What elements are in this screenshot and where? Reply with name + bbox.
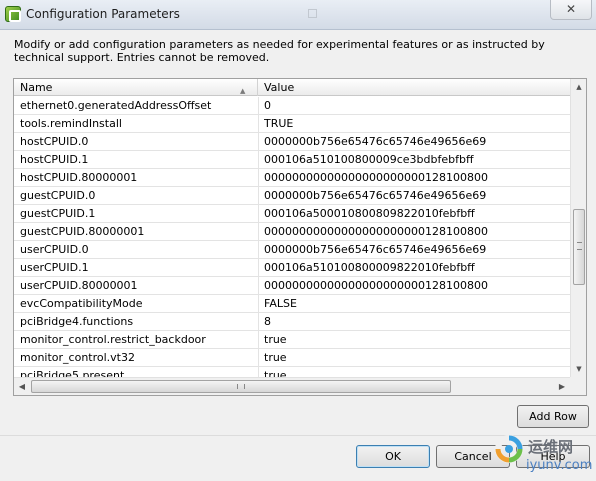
table-row[interactable]: guestCPUID.0 0000000b756e65476c65746e496…: [14, 187, 570, 205]
table-row[interactable]: userCPUID.0 0000000b756e65476c65746e4965…: [14, 241, 570, 259]
horizontal-scroll-thumb[interactable]: [31, 380, 451, 393]
row-value[interactable]: true: [264, 367, 568, 377]
dialog-description: Modify or add configuration parameters a…: [14, 38, 545, 64]
row-name: tools.remindInstall: [20, 117, 122, 130]
add-row-button[interactable]: Add Row: [517, 405, 589, 428]
row-name: ethernet0.generatedAddressOffset: [20, 99, 212, 112]
table-row[interactable]: monitor_control.vt32 true: [14, 349, 570, 367]
window-title: Configuration Parameters: [26, 7, 180, 21]
watermark-cn-text: 运维网: [528, 438, 574, 456]
table-row[interactable]: hostCPUID.80000001 000000000000000000000…: [14, 169, 570, 187]
app-icon: [5, 6, 21, 22]
table-row[interactable]: userCPUID.80000001 000000000000000000000…: [14, 277, 570, 295]
row-value[interactable]: 00000000000000000000000128100800: [264, 277, 568, 295]
table-row[interactable]: guestCPUID.80000001 00000000000000000000…: [14, 223, 570, 241]
table-row[interactable]: hostCPUID.1 000106a510100800009ce3bdbfeb…: [14, 151, 570, 169]
table-row[interactable]: userCPUID.1 000106a510100800009822010feb…: [14, 259, 570, 277]
row-name: userCPUID.0: [20, 243, 89, 256]
close-icon: ✕: [565, 2, 577, 16]
table-header: Name ▲ Value: [14, 79, 586, 96]
row-value[interactable]: TRUE: [264, 115, 568, 133]
ok-button[interactable]: OK: [356, 445, 430, 468]
watermark-en-text: iyunv.com: [526, 458, 593, 473]
row-value[interactable]: 000106a510100800009ce3bdbfebfbff: [264, 151, 568, 169]
row-name: hostCPUID.80000001: [20, 171, 138, 184]
table-row[interactable]: pciBridge5.present true: [14, 367, 570, 377]
row-value[interactable]: 8: [264, 313, 568, 331]
row-value[interactable]: 000106a500010800809822010febfbff: [264, 205, 568, 223]
row-value[interactable]: 000106a510100800009822010febfbff: [264, 259, 568, 277]
grip-icon: [237, 384, 245, 389]
watermark: 运维网 iyunv.com: [494, 432, 594, 478]
scroll-down-icon[interactable]: ▼: [571, 361, 587, 377]
vertical-scroll-thumb[interactable]: [573, 209, 585, 285]
horizontal-scrollbar[interactable]: ◀ ▶: [14, 377, 570, 395]
column-header-value-label: Value: [264, 81, 295, 94]
table-row[interactable]: monitor_control.restrict_backdoor true: [14, 331, 570, 349]
row-value[interactable]: 0000000b756e65476c65746e49656e69: [264, 241, 568, 259]
table-row[interactable]: tools.remindInstall TRUE: [14, 115, 570, 133]
vertical-scrollbar[interactable]: ▲ ▼: [570, 79, 586, 377]
background-checkbox-ghost: [308, 9, 317, 18]
table-row[interactable]: hostCPUID.0 0000000b756e65476c65746e4965…: [14, 133, 570, 151]
close-button[interactable]: ✕: [550, 0, 592, 20]
row-name: guestCPUID.80000001: [20, 225, 145, 238]
row-name: hostCPUID.0: [20, 135, 89, 148]
row-name: pciBridge4.functions: [20, 315, 134, 328]
row-value[interactable]: 00000000000000000000000128100800: [264, 169, 568, 187]
row-value[interactable]: 0000000b756e65476c65746e49656e69: [264, 133, 568, 151]
table-row[interactable]: ethernet0.generatedAddressOffset 0: [14, 97, 570, 115]
scroll-corner: [570, 377, 586, 395]
column-header-name[interactable]: Name ▲: [14, 79, 258, 96]
row-value[interactable]: FALSE: [264, 295, 568, 313]
column-header-value[interactable]: Value: [258, 79, 570, 96]
table-row[interactable]: evcCompatibilityMode FALSE: [14, 295, 570, 313]
scroll-left-icon[interactable]: ◀: [14, 378, 30, 395]
row-name: hostCPUID.1: [20, 153, 89, 166]
scroll-right-icon[interactable]: ▶: [554, 378, 570, 395]
table-body: ethernet0.generatedAddressOffset 0 tools…: [14, 97, 570, 377]
table-row[interactable]: pciBridge4.functions 8: [14, 313, 570, 331]
row-name: userCPUID.80000001: [20, 279, 138, 292]
row-name: evcCompatibilityMode: [20, 297, 143, 310]
row-name: pciBridge5.present: [20, 369, 125, 377]
column-divider: [258, 97, 259, 377]
row-name: monitor_control.vt32: [20, 351, 135, 364]
column-header-name-label: Name: [20, 81, 53, 94]
row-name: guestCPUID.1: [20, 207, 96, 220]
row-name: userCPUID.1: [20, 261, 89, 274]
row-value[interactable]: 0: [264, 97, 568, 115]
row-value[interactable]: 0000000b756e65476c65746e49656e69: [264, 187, 568, 205]
row-value[interactable]: true: [264, 331, 568, 349]
row-value[interactable]: true: [264, 349, 568, 367]
watermark-logo-icon: [495, 435, 523, 463]
row-name: monitor_control.restrict_backdoor: [20, 333, 206, 346]
title-bar: Configuration Parameters ✕: [0, 0, 596, 30]
grip-icon: [577, 242, 582, 250]
row-name: guestCPUID.0: [20, 189, 96, 202]
scroll-up-icon[interactable]: ▲: [571, 79, 587, 95]
row-value[interactable]: 00000000000000000000000128100800: [264, 223, 568, 241]
parameters-table: Name ▲ Value ethernet0.generatedAddressO…: [13, 78, 587, 396]
table-row[interactable]: guestCPUID.1 000106a500010800809822010fe…: [14, 205, 570, 223]
